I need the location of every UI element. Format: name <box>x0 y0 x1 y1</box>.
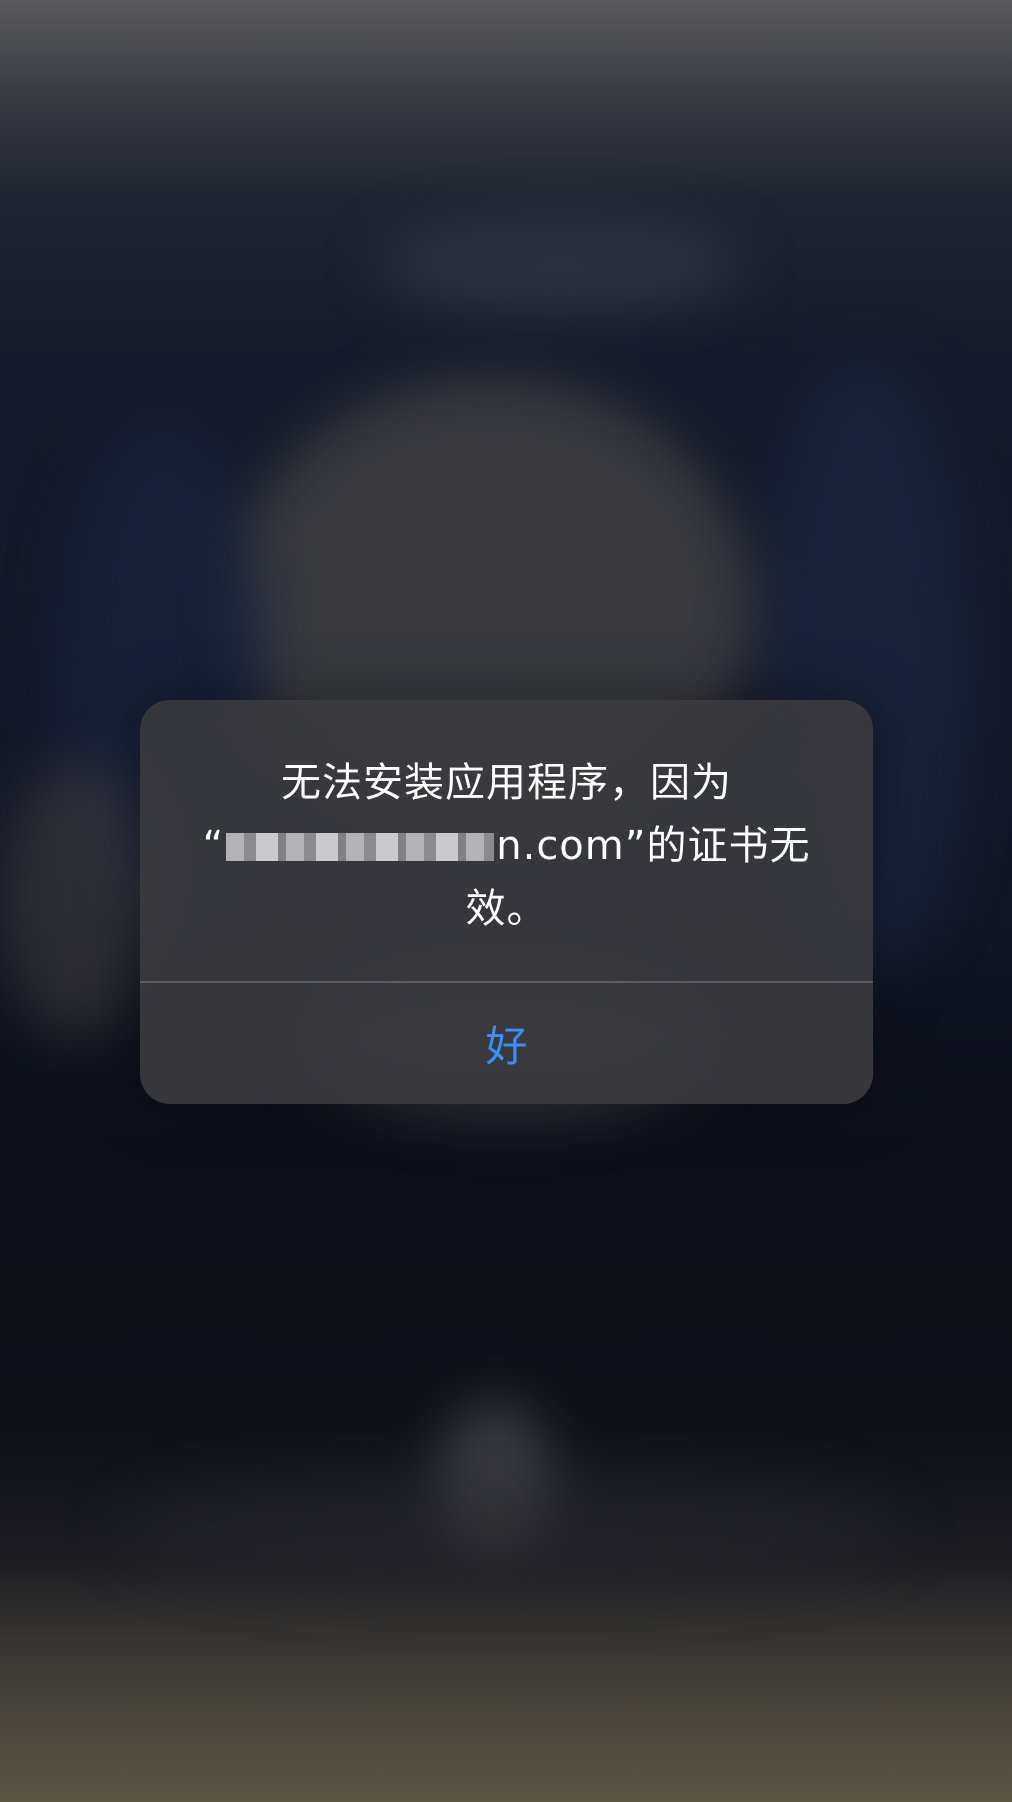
background-blur-shape <box>0 760 160 1040</box>
open-quote: “ <box>202 823 225 869</box>
alert-message-line-2: “ n.com”的证书无 <box>140 815 873 878</box>
redacted-domain <box>226 833 495 861</box>
background-blur-shape <box>120 1470 900 1590</box>
background-blur-shape <box>380 220 740 310</box>
alert-message-line-2-rest: ”的证书无 <box>624 823 811 869</box>
ok-button[interactable]: 好 <box>140 983 873 1104</box>
screen: 无法安装应用程序，因为 “ n.com”的证书无 效。 好 <box>0 0 1012 1802</box>
alert-message: 无法安装应用程序，因为 “ n.com”的证书无 效。 <box>140 752 873 941</box>
alert-dialog: 无法安装应用程序，因为 “ n.com”的证书无 效。 好 <box>140 700 873 1104</box>
alert-message-line-1: 无法安装应用程序，因为 <box>281 760 732 806</box>
domain-suffix: n.com <box>496 823 625 869</box>
alert-message-line-3: 效。 <box>465 886 548 932</box>
